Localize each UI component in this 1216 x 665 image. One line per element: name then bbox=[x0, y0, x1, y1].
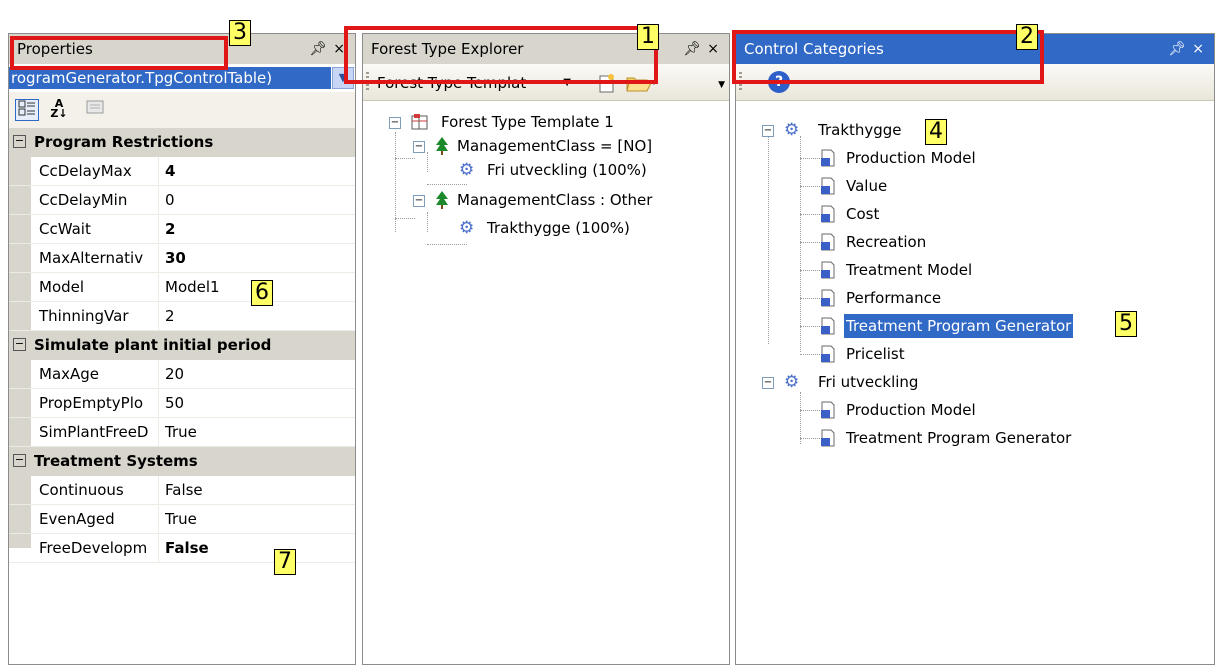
document-icon bbox=[821, 233, 835, 251]
document-icon bbox=[821, 345, 835, 363]
property-grid: − Program Restrictions CcDelayMax 4 CcDela… bbox=[9, 128, 355, 563]
explorer-titlebar[interactable]: Forest Type Explorer 📌︎× bbox=[363, 34, 729, 64]
new-document-icon[interactable] bbox=[595, 72, 617, 94]
document-icon bbox=[821, 149, 835, 167]
property-row[interactable]: MaxAge 20 bbox=[9, 360, 355, 389]
properties-titlebar[interactable]: Properties 📌︎× bbox=[9, 34, 355, 64]
category-program-restrictions[interactable]: − Program Restrictions bbox=[9, 128, 355, 157]
categories-title: Control Categories bbox=[744, 40, 884, 58]
annotation-label-5: 5 bbox=[1115, 311, 1137, 337]
properties-pane: Properties 📌︎× rogramGenerator.TpgContro… bbox=[8, 33, 356, 665]
property-row[interactable]: MaxAlternativ 30 bbox=[9, 244, 355, 273]
property-row[interactable]: ThinningVar 2 bbox=[9, 302, 355, 331]
annotation-label-7: 7 bbox=[274, 549, 296, 575]
document-icon bbox=[821, 205, 835, 223]
object-selector[interactable]: rogramGenerator.TpgControlTable) ▼ bbox=[9, 64, 355, 93]
close-icon[interactable]: × bbox=[707, 41, 725, 57]
document-icon bbox=[821, 289, 835, 307]
properties-toolbar: A Z↓ bbox=[9, 92, 355, 129]
object-selector-value: rogramGenerator.TpgControlTable) bbox=[9, 67, 331, 89]
gear-icon: ⚙ bbox=[459, 218, 475, 238]
annotation-label-3: 3 bbox=[229, 20, 251, 46]
categories-titlebar[interactable]: Control Categories 📌︎× bbox=[736, 34, 1214, 64]
document-icon bbox=[821, 317, 835, 335]
collapse-icon[interactable]: − bbox=[13, 135, 26, 148]
document-icon bbox=[821, 177, 835, 195]
property-row[interactable]: PropEmptyPlo 50 bbox=[9, 389, 355, 418]
gear-icon: ⚙ bbox=[784, 372, 800, 392]
collapse-icon[interactable]: − bbox=[762, 125, 774, 137]
pin-icon[interactable]: 📌︎ bbox=[683, 41, 707, 57]
property-row[interactable]: EvenAged True bbox=[9, 505, 355, 534]
category-simulate-plant[interactable]: − Simulate plant initial period bbox=[9, 331, 355, 360]
gear-icon: ⚙ bbox=[784, 120, 800, 140]
document-icon bbox=[821, 429, 835, 447]
annotation-label-2: 2 bbox=[1016, 24, 1038, 50]
explorer-pane: Forest Type Explorer 📌︎× Forest Type Tem… bbox=[362, 33, 730, 665]
chevron-down-icon: ▼ bbox=[563, 77, 571, 88]
template-icon bbox=[411, 114, 428, 130]
close-icon[interactable]: × bbox=[333, 41, 351, 57]
template-dropdown[interactable]: Forest Type Templat ▼ bbox=[377, 72, 573, 94]
properties-title: Properties bbox=[17, 40, 93, 58]
property-row[interactable]: CcWait 2 bbox=[9, 215, 355, 244]
open-folder-icon[interactable] bbox=[625, 72, 659, 94]
collapse-icon[interactable]: − bbox=[413, 195, 425, 207]
collapse-icon[interactable]: − bbox=[762, 377, 774, 389]
collapse-icon[interactable]: − bbox=[413, 141, 425, 153]
toolbar-overflow-icon[interactable]: ▼ bbox=[718, 80, 725, 90]
property-row[interactable]: SimPlantFreeD True bbox=[9, 418, 355, 447]
annotation-label-1: 1 bbox=[637, 24, 659, 50]
annotation-label-4: 4 bbox=[925, 119, 947, 145]
close-icon[interactable]: × bbox=[1192, 41, 1210, 57]
document-icon bbox=[821, 401, 835, 419]
tree-icon bbox=[436, 137, 448, 155]
categories-pane: Control Categories 📌︎× ? − ⚙ Trakthygge … bbox=[735, 33, 1215, 665]
pin-icon[interactable]: 📌︎ bbox=[309, 41, 333, 57]
toolbar-grip[interactable] bbox=[739, 72, 742, 92]
toolbar-grip[interactable] bbox=[366, 72, 369, 92]
property-row[interactable]: Model Model1 bbox=[9, 273, 355, 302]
property-row[interactable]: FreeDevelopm False bbox=[9, 534, 355, 563]
explorer-title: Forest Type Explorer bbox=[371, 40, 524, 58]
category-treatment-systems[interactable]: − Treatment Systems bbox=[9, 447, 355, 476]
categories-toolbar: ? bbox=[736, 64, 1214, 101]
explorer-toolbar: Forest Type Templat ▼ ▼ bbox=[363, 64, 729, 101]
collapse-icon[interactable]: − bbox=[13, 454, 26, 467]
document-icon bbox=[821, 261, 835, 279]
pin-icon[interactable]: 📌︎ bbox=[1168, 41, 1192, 57]
property-row[interactable]: CcDelayMax 4 bbox=[9, 157, 355, 186]
annotation-label-6: 6 bbox=[251, 280, 273, 306]
chevron-down-icon[interactable]: ▼ bbox=[332, 67, 354, 89]
help-icon[interactable]: ? bbox=[768, 71, 790, 93]
property-row[interactable]: CcDelayMin 0 bbox=[9, 186, 355, 215]
alphabetical-sort-icon[interactable]: A Z↓ bbox=[47, 98, 71, 121]
property-pages-icon[interactable] bbox=[83, 99, 107, 121]
gear-icon: ⚙ bbox=[459, 160, 475, 180]
property-row[interactable]: Continuous False bbox=[9, 476, 355, 505]
collapse-icon[interactable]: − bbox=[13, 338, 26, 351]
categorized-icon[interactable] bbox=[15, 99, 39, 121]
tree-icon bbox=[436, 191, 448, 209]
collapse-icon[interactable]: − bbox=[389, 117, 401, 129]
